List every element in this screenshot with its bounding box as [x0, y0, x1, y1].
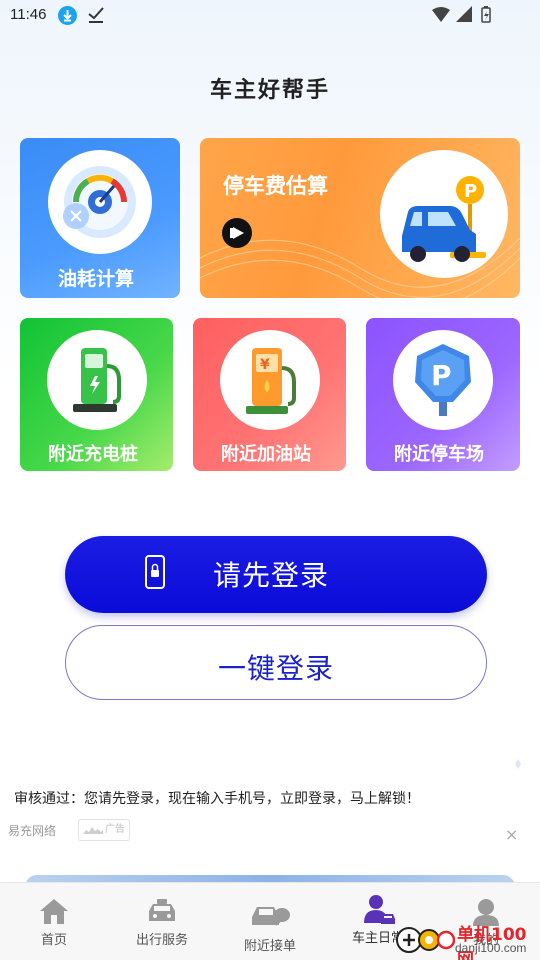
- nearby-gas-station-card[interactable]: ¥ 附近加油站: [193, 318, 346, 471]
- svg-text:P: P: [464, 181, 477, 202]
- charging-pile-icon: [47, 330, 147, 430]
- svg-text:P: P: [431, 359, 452, 392]
- tab-nearby-orders-label: 附近接单: [243, 939, 296, 954]
- login-button-label: 请先登录: [213, 559, 330, 592]
- watermark-logo-icon: [396, 927, 455, 953]
- one-key-login-button[interactable]: 一键登录: [65, 625, 487, 700]
- nearby-parking-lot-label: 附近停车场: [394, 444, 484, 465]
- notice-text[interactable]: 审核通过：您请先登录，现在输入手机号，立即登录，马上解锁！: [14, 788, 420, 808]
- parking-fee-card[interactable]: 停车费估算 P: [200, 138, 520, 298]
- fuel-gauge-icon: [48, 150, 152, 254]
- driver-icon: [361, 893, 395, 929]
- download-icon: [58, 6, 77, 25]
- ad-badge-label: 广告: [105, 824, 125, 835]
- battery-icon: [481, 6, 491, 23]
- phone-lock-icon: [145, 555, 165, 589]
- status-bar: 11:46: [0, 0, 540, 32]
- home-icon: [38, 897, 70, 929]
- watermark: 单机100网 danji100.com: [395, 920, 540, 960]
- status-time: 11:46: [10, 6, 47, 23]
- parking-fee-label: 停车费估算: [223, 174, 328, 198]
- diamond-icon: [515, 754, 521, 769]
- nearby-charging-label: 附近充电桩: [48, 444, 138, 465]
- ad-wave-icon: [83, 827, 103, 834]
- wifi-icon: [432, 7, 450, 22]
- page-title: 车主好帮手: [209, 78, 330, 103]
- nearby-parking-lot-card[interactable]: P 附近停车场: [366, 318, 520, 471]
- tab-travel-service-label: 出行服务: [135, 933, 188, 948]
- status-indicators: [430, 6, 510, 24]
- tab-home[interactable]: 首页: [0, 883, 108, 960]
- car-parking-icon: P: [380, 150, 508, 278]
- nearby-gas-label: 附近加油站: [221, 444, 311, 465]
- fuel-calculator-label: 油耗计算: [58, 268, 135, 290]
- tab-home-label: 首页: [40, 933, 67, 948]
- ad-badge: 广告: [78, 819, 130, 841]
- car-chat-icon: [250, 901, 290, 933]
- close-icon[interactable]: ×: [505, 825, 518, 844]
- watermark-url: danji100.com: [455, 941, 527, 955]
- signal-icon: [456, 6, 472, 22]
- fuel-calculator-card[interactable]: 油耗计算: [20, 138, 180, 298]
- tab-travel-service[interactable]: 出行服务: [108, 883, 216, 960]
- ad-source: 易充网络: [8, 824, 57, 838]
- check-icon: [88, 6, 104, 24]
- play-icon[interactable]: [222, 218, 252, 248]
- parking-sign-icon: P: [393, 330, 493, 430]
- nearby-charging-card[interactable]: 附近充电桩: [20, 318, 173, 471]
- taxi-icon: [145, 897, 179, 929]
- svg-text:¥: ¥: [260, 357, 270, 373]
- login-button[interactable]: 请先登录: [65, 536, 487, 613]
- tab-nearby-orders[interactable]: 附近接单: [216, 883, 324, 960]
- gas-pump-icon: ¥: [220, 330, 320, 430]
- one-key-login-label: 一键登录: [217, 652, 334, 685]
